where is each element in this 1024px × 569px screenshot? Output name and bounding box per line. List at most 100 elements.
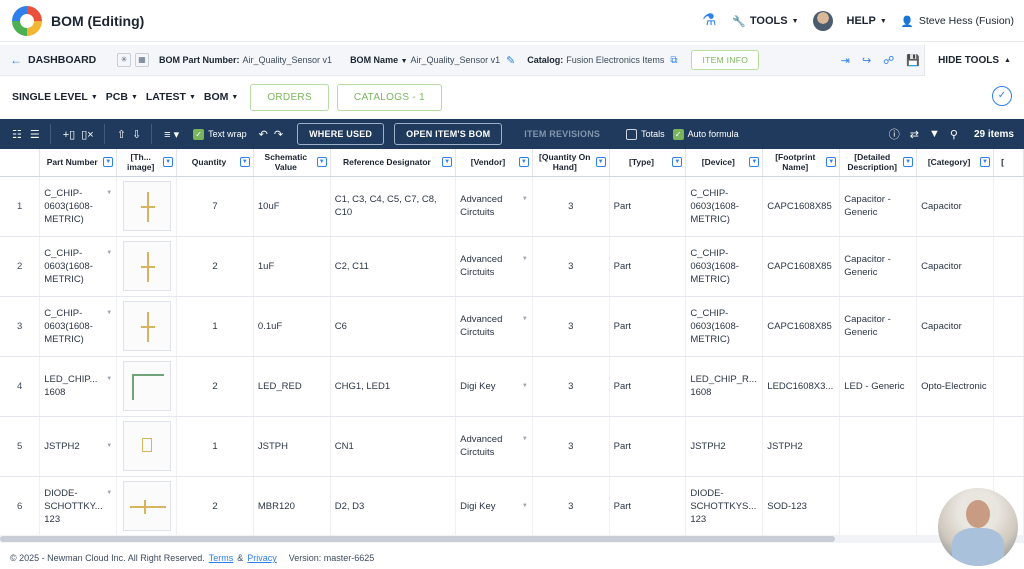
cell-part-number[interactable]: ▼ JSTPH2 bbox=[39, 416, 118, 477]
cell-schematic-value[interactable]: 1uF bbox=[253, 236, 331, 297]
cell-part-number[interactable]: ▼ DIODE-SCHOTTKY... 123 bbox=[39, 476, 118, 535]
table-row[interactable]: 4 ▼ LED_CHIP... 1608 2 LED_RED CHG1, LED1… bbox=[0, 356, 1024, 417]
cell-quantity-on-hand[interactable]: 3 bbox=[532, 416, 610, 477]
filter-icon[interactable]: ▼ bbox=[826, 157, 837, 167]
cell-description[interactable]: Capacitor - Generic bbox=[839, 296, 918, 357]
cell-reference-designator[interactable]: C6 bbox=[330, 296, 457, 357]
table-row[interactable]: 6 ▼ DIODE-SCHOTTKY... 123 2 MBR120 D2, D3… bbox=[0, 476, 1024, 535]
column-header-reference-designator[interactable]: Reference Designator ▼ bbox=[330, 149, 457, 177]
cell-device[interactable]: DIODE-SCHOTTKYS... 123 bbox=[685, 476, 764, 535]
cell-device[interactable]: LED_CHIP_R... 1608 bbox=[685, 356, 764, 417]
filter-icon[interactable]: ▼ bbox=[103, 157, 114, 167]
dropdown-arrow-icon[interactable]: ▼ bbox=[522, 433, 528, 446]
dropdown-arrow-icon[interactable]: ▼ bbox=[106, 487, 112, 500]
cell-part-number[interactable]: ▼ C_CHIP-0603(1608-METRIC) bbox=[39, 296, 118, 357]
cell-type[interactable]: Part bbox=[609, 476, 687, 535]
cell-reference-designator[interactable]: CN1 bbox=[330, 416, 457, 477]
filter-icon[interactable]: ▼ bbox=[163, 157, 174, 167]
cell-vendor[interactable]: ▼ Digi Key bbox=[455, 476, 533, 535]
cell-part-number[interactable]: ▼ C_CHIP-0603(1608-METRIC) bbox=[39, 236, 118, 297]
cell-schematic-value[interactable]: JSTPH bbox=[253, 416, 331, 477]
cell-description[interactable]: Capacitor - Generic bbox=[839, 236, 918, 297]
cell-thumbnail[interactable] bbox=[116, 176, 178, 237]
orders-button[interactable]: ORDERS bbox=[250, 83, 329, 111]
hierarchy-icon[interactable]: ☷ bbox=[12, 128, 22, 141]
item-revisions-button[interactable]: ITEM REVISIONS bbox=[512, 123, 612, 145]
scrollbar-thumb[interactable] bbox=[0, 536, 835, 542]
edit-pencil-icon[interactable]: ✎ bbox=[506, 54, 515, 67]
cell-description[interactable] bbox=[839, 416, 918, 477]
filter-icon[interactable]: ▼ bbox=[749, 157, 760, 167]
move-down-icon[interactable]: ⇩ bbox=[132, 128, 141, 141]
cell-reference-designator[interactable]: CHG1, LED1 bbox=[330, 356, 457, 417]
dropdown-arrow-icon[interactable]: ▼ bbox=[522, 313, 528, 326]
cell-type[interactable]: Part bbox=[609, 176, 687, 237]
cell-next[interactable] bbox=[993, 356, 1024, 417]
filter-icon[interactable]: ▼ bbox=[239, 157, 250, 167]
horizontal-scrollbar[interactable] bbox=[0, 535, 1024, 543]
align-icon[interactable]: ≡ ▾ bbox=[164, 128, 179, 141]
dropdown-arrow-icon[interactable]: ▼ bbox=[522, 253, 528, 266]
tools-menu[interactable]: 🔧 TOOLS ▼ bbox=[732, 15, 798, 28]
cell-footprint[interactable]: SOD-123 bbox=[762, 476, 841, 535]
view-dropdown[interactable]: BOM ▼ bbox=[204, 91, 238, 103]
cell-thumbnail[interactable] bbox=[116, 476, 178, 535]
cell-thumbnail[interactable] bbox=[116, 416, 178, 477]
cell-part-number[interactable]: ▼ C_CHIP-0603(1608-METRIC) bbox=[39, 176, 118, 237]
cell-footprint[interactable]: LEDC1608X3... bbox=[762, 356, 841, 417]
filter-icon[interactable]: ▼ bbox=[442, 157, 453, 167]
table-row[interactable]: 1 ▼ C_CHIP-0603(1608-METRIC) 7 10uF C1, C… bbox=[0, 176, 1024, 237]
import-icon[interactable]: ⇥ bbox=[841, 54, 850, 67]
edit-check-icon[interactable]: ✓ bbox=[992, 86, 1012, 106]
tree-icon[interactable]: ☰ bbox=[30, 128, 40, 141]
catalogs-button[interactable]: CATALOGS - 1 bbox=[336, 83, 442, 111]
privacy-link[interactable]: Privacy bbox=[247, 553, 277, 563]
filter-icon[interactable]: ▼ bbox=[929, 128, 940, 140]
column-header-part-number[interactable]: Part Number ▼ bbox=[39, 149, 118, 177]
cell-quantity-on-hand[interactable]: 3 bbox=[532, 296, 610, 357]
cell-device[interactable]: JSTPH2 bbox=[685, 416, 764, 477]
swap-icon[interactable]: ⇄ bbox=[910, 128, 919, 141]
cell-quantity-on-hand[interactable]: 3 bbox=[532, 476, 610, 535]
cell-category[interactable]: Capacitor bbox=[916, 236, 994, 297]
cell-quantity-on-hand[interactable]: 3 bbox=[532, 176, 610, 237]
cell-thumbnail[interactable] bbox=[116, 296, 178, 357]
auto-formula-toggle[interactable]: ✓ Auto formula bbox=[672, 128, 739, 140]
cell-schematic-value[interactable]: LED_RED bbox=[253, 356, 331, 417]
user-menu[interactable]: 👤 Steve Hess (Fusion) bbox=[901, 15, 1014, 28]
dropdown-arrow-icon[interactable]: ▼ bbox=[522, 500, 528, 513]
dropdown-arrow-icon[interactable]: ▼ bbox=[106, 307, 112, 320]
cell-device[interactable]: C_CHIP-0603(1608-METRIC) bbox=[685, 176, 764, 237]
cell-quantity[interactable]: 2 bbox=[176, 356, 254, 417]
totals-toggle[interactable]: Totals bbox=[626, 128, 665, 140]
filter-icon[interactable]: ▼ bbox=[979, 157, 990, 167]
type-dropdown[interactable]: PCB ▼ bbox=[106, 91, 138, 103]
filter-icon[interactable]: ▼ bbox=[316, 157, 327, 167]
cell-category[interactable]: Capacitor bbox=[916, 176, 994, 237]
column-header-thumbnail[interactable]: [Th... image] ▼ bbox=[116, 149, 178, 177]
item-info-button[interactable]: ITEM INFO bbox=[691, 50, 760, 70]
column-header-detailed-description[interactable]: [Detailed Description] ▼ bbox=[839, 149, 918, 177]
cell-category[interactable]: Opto-Electronic bbox=[916, 356, 994, 417]
cell-type[interactable]: Part bbox=[609, 296, 687, 357]
cell-reference-designator[interactable]: C2, C11 bbox=[330, 236, 457, 297]
column-header-vendor[interactable]: [Vendor] ▼ bbox=[455, 149, 533, 177]
dropdown-arrow-icon[interactable]: ▼ bbox=[106, 440, 112, 453]
save-icon[interactable]: 💾 bbox=[906, 54, 920, 67]
cell-quantity[interactable]: 7 bbox=[176, 176, 254, 237]
cell-footprint[interactable]: CAPC1608X85 bbox=[762, 296, 841, 357]
dashboard-link[interactable]: ← DASHBOARD bbox=[10, 53, 105, 67]
cell-type[interactable]: Part bbox=[609, 236, 687, 297]
cell-schematic-value[interactable]: MBR120 bbox=[253, 476, 331, 535]
remove-column-icon[interactable]: ▯× bbox=[81, 128, 93, 141]
cell-category[interactable] bbox=[916, 416, 994, 477]
hide-tools-button[interactable]: HIDE TOOLS ▲ bbox=[924, 45, 1024, 76]
redo-icon[interactable]: ↷ bbox=[274, 128, 283, 141]
dropdown-arrow-icon[interactable]: ▼ bbox=[106, 187, 112, 200]
cell-thumbnail[interactable] bbox=[116, 356, 178, 417]
dropdown-arrow-icon[interactable]: ▼ bbox=[522, 380, 528, 393]
cell-vendor[interactable]: ▼ Advanced Circtuits bbox=[455, 176, 533, 237]
cell-schematic-value[interactable]: 10uF bbox=[253, 176, 331, 237]
cell-schematic-value[interactable]: 0.1uF bbox=[253, 296, 331, 357]
share-icon[interactable]: ☍ bbox=[883, 54, 894, 67]
